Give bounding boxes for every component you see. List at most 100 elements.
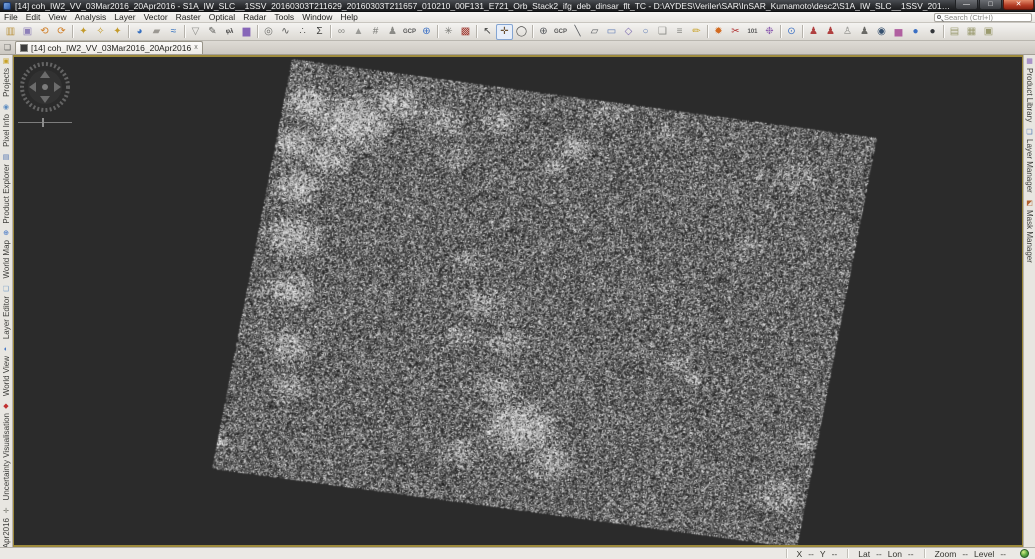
- y-label: Y: [819, 548, 826, 559]
- profile-person-icon[interactable]: ♟: [384, 24, 401, 40]
- stamp-icon[interactable]: ❏: [654, 24, 671, 40]
- tab-layer-editor[interactable]: ❏ Layer Editor: [2, 286, 11, 339]
- image-canvas[interactable]: [14, 57, 1022, 545]
- eraser-icon[interactable]: ▰: [148, 24, 165, 40]
- menu-item[interactable]: Help: [336, 12, 361, 23]
- float-window-icon[interactable]: ❏: [2, 42, 13, 53]
- globe-grid-icon[interactable]: ⊕: [418, 24, 435, 40]
- menu-item[interactable]: View: [44, 12, 70, 23]
- cut-x-icon[interactable]: ✂: [727, 24, 744, 40]
- session-gold-2-icon[interactable]: ✧: [92, 24, 109, 40]
- tab-product-explorer[interactable]: ▤ Product Explorer: [2, 154, 11, 224]
- menu-item[interactable]: Tools: [270, 12, 298, 23]
- globe-search-icon[interactable]: ⊙: [783, 24, 800, 40]
- tab-world-view[interactable]: ◐ World View: [2, 346, 11, 396]
- menu-item[interactable]: Analysis: [71, 12, 111, 23]
- cursor-icon[interactable]: ↖: [479, 24, 496, 40]
- cascade-windows-icon[interactable]: ▣: [980, 24, 997, 40]
- color-hist-icon[interactable]: ▅: [890, 24, 907, 40]
- tab-world-map[interactable]: ⊕ World Map: [2, 230, 11, 279]
- compass-widget[interactable]: [19, 61, 71, 113]
- dock-tab-icon: ◆: [3, 403, 9, 411]
- user-search-icon[interactable]: ♟: [856, 24, 873, 40]
- shapes-icon[interactable]: ▲: [350, 24, 367, 40]
- minimize-button[interactable]: —: [955, 0, 978, 10]
- binary-101-icon[interactable]: 101: [744, 24, 761, 40]
- polygon-tool-icon[interactable]: ◇: [620, 24, 637, 40]
- maximize-button[interactable]: □: [979, 0, 1002, 10]
- user-gcp-icon[interactable]: ♙: [839, 24, 856, 40]
- menu-item[interactable]: Vector: [140, 12, 172, 23]
- select-polygon-icon[interactable]: ▽: [187, 24, 204, 40]
- scatter-plot-icon[interactable]: ∴: [294, 24, 311, 40]
- dock-tab-icon: ✛: [3, 507, 9, 515]
- user-red2-icon[interactable]: ♟: [822, 24, 839, 40]
- tab-coh-image[interactable]: [14] coh_IW2_VV_03Mar2016_20Apr2016 x: [15, 41, 203, 54]
- statistics-sigma-icon[interactable]: Σ: [311, 24, 328, 40]
- checker-icon[interactable]: ▩: [457, 24, 474, 40]
- search-box[interactable]: [934, 12, 1032, 22]
- tab-uncertainty-visualisation[interactable]: ◆ Uncertainty Visualisation: [2, 403, 11, 500]
- rectangle-tool-icon[interactable]: ▭: [603, 24, 620, 40]
- tab-pixel-info[interactable]: ◉ Pixel Info: [2, 104, 11, 147]
- tab-layer-manager[interactable]: ❏ Layer Manager: [1025, 129, 1034, 193]
- gcp-plus-icon[interactable]: GCP: [552, 24, 569, 40]
- lon-value: --: [907, 548, 914, 559]
- tile-grid-icon[interactable]: ▦: [963, 24, 980, 40]
- x-value: --: [808, 548, 814, 559]
- session-gold-3-icon[interactable]: ✦: [109, 24, 126, 40]
- menu-item[interactable]: File: [0, 12, 22, 23]
- tab-product-library[interactable]: ▦ Product Library: [1025, 58, 1034, 122]
- wave-icon[interactable]: ≈: [165, 24, 182, 40]
- world-status-icon[interactable]: [1020, 549, 1029, 558]
- tab-close-icon[interactable]: x: [194, 44, 198, 52]
- mask-ellipse-icon[interactable]: ◎: [260, 24, 277, 40]
- session-gold-1-icon[interactable]: ✦: [75, 24, 92, 40]
- line-tool-icon[interactable]: ╲: [569, 24, 586, 40]
- polyline-tool-icon[interactable]: ▱: [586, 24, 603, 40]
- geocoding-icon[interactable]: φλ: [221, 24, 238, 40]
- zoom-icon[interactable]: ◯: [513, 24, 530, 40]
- menu-item[interactable]: Raster: [172, 12, 205, 23]
- image-view[interactable]: [13, 55, 1023, 547]
- product-stack-icon[interactable]: ▣: [19, 24, 36, 40]
- redo-icon[interactable]: ⟳: [53, 24, 70, 40]
- zoom-slider[interactable]: [18, 117, 72, 129]
- menu-item[interactable]: Window: [298, 12, 336, 23]
- menu-item[interactable]: Edit: [22, 12, 45, 23]
- open-product-icon[interactable]: ▥: [2, 24, 19, 40]
- profile-plot-icon[interactable]: ∿: [277, 24, 294, 40]
- tab-mask-manager[interactable]: ◩ Mask Manager: [1025, 200, 1034, 263]
- ruler-icon[interactable]: ≡: [671, 24, 688, 40]
- eye-icon[interactable]: ◉: [873, 24, 890, 40]
- geometry-copy-icon[interactable]: ∞: [333, 24, 350, 40]
- node-graph-icon[interactable]: ✳: [440, 24, 457, 40]
- x-label: X: [796, 548, 803, 559]
- close-button[interactable]: ✕: [1003, 0, 1034, 10]
- zoom-slider-handle[interactable]: [42, 118, 44, 127]
- compass-center-dot[interactable]: [42, 84, 48, 90]
- edit-pencil-icon[interactable]: ✎: [204, 24, 221, 40]
- cluster-icon[interactable]: ❉: [761, 24, 778, 40]
- menu-item[interactable]: Layer: [110, 12, 139, 23]
- level-label: Level: [974, 548, 995, 559]
- undo-icon[interactable]: ⟲: [36, 24, 53, 40]
- gcp-icon[interactable]: GCP: [401, 24, 418, 40]
- palette-icon[interactable]: ◕: [131, 24, 148, 40]
- pan-hand-icon[interactable]: ✛: [496, 23, 513, 40]
- tab-navigation[interactable]: ✛ Navigation - [14] coh_IW2_VV_03Mar2016…: [2, 508, 11, 547]
- tile-rows-icon[interactable]: ▤: [946, 24, 963, 40]
- histogram-icon[interactable]: ▆: [238, 24, 255, 40]
- grid-icon[interactable]: #: [367, 24, 384, 40]
- zoom-plus-icon[interactable]: ⊕: [535, 24, 552, 40]
- globe-dark-icon[interactable]: ●: [924, 24, 941, 40]
- tab-projects[interactable]: ▣ Projects: [2, 58, 11, 97]
- search-input[interactable]: [941, 12, 1029, 22]
- menu-item[interactable]: Radar: [239, 12, 270, 23]
- star-burst-icon[interactable]: ✹: [710, 24, 727, 40]
- menu-item[interactable]: Optical: [205, 12, 239, 23]
- globe-sparkle-icon[interactable]: ●: [907, 24, 924, 40]
- pencil-yellow-icon[interactable]: ✏: [688, 24, 705, 40]
- user-red-icon[interactable]: ♟: [805, 24, 822, 40]
- ellipse-tool-icon[interactable]: ○: [637, 24, 654, 40]
